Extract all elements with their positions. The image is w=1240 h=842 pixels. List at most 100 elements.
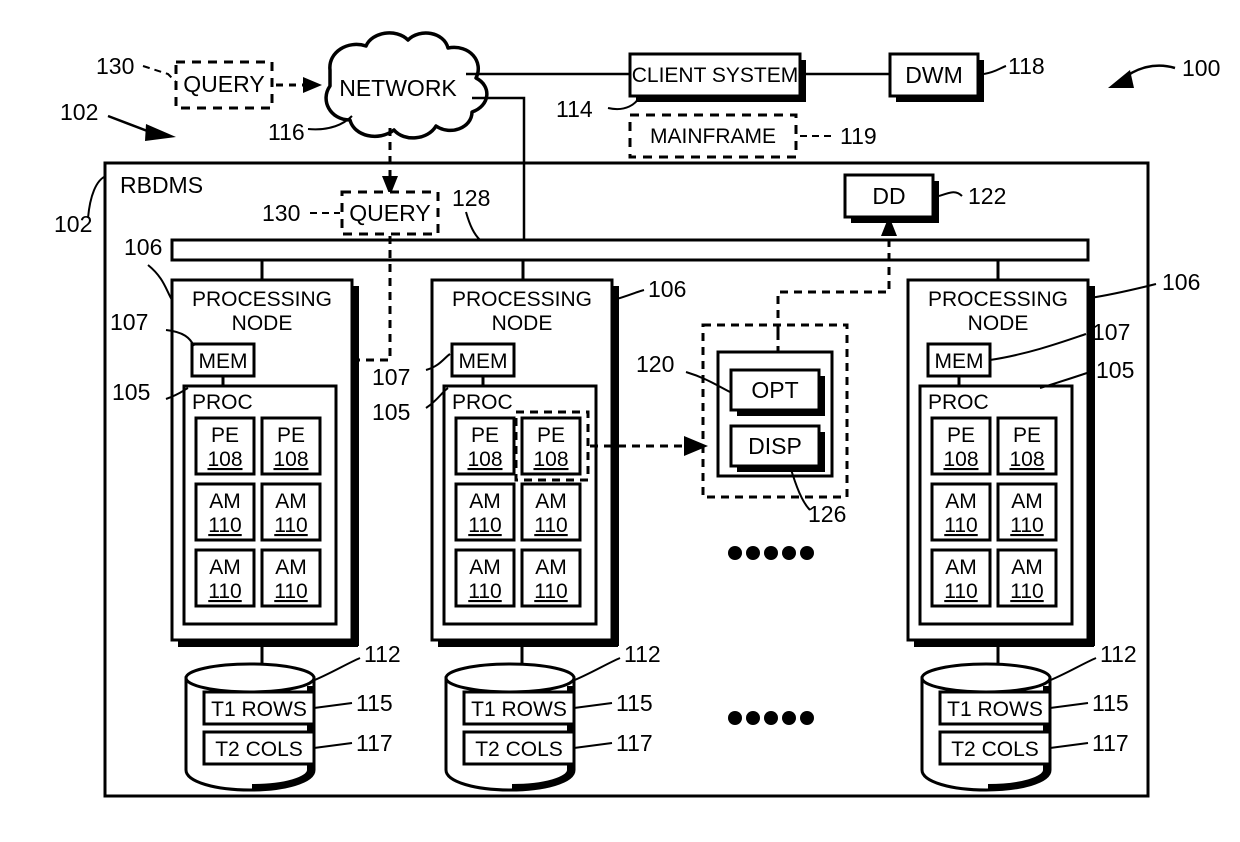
node-3-cell-am-a-name: AM xyxy=(945,490,977,513)
node-3-store-cylinder xyxy=(920,662,1052,792)
ref-130-outside-leader xyxy=(142,65,177,83)
ellipsis-stores xyxy=(728,711,814,725)
ref-106-left-leader xyxy=(147,264,173,301)
node-1-store-rows-label: T1 ROWS xyxy=(211,698,307,721)
ref-117-3: 117 xyxy=(1092,730,1129,756)
node-3-cell-am-b-name: AM xyxy=(1011,490,1043,513)
node-2-cell-am-a-num: 110 xyxy=(468,514,501,537)
ref-117-3-leader xyxy=(1049,742,1089,749)
node-2-title-line1: PROCESSING xyxy=(452,288,592,311)
ref-117-1-leader xyxy=(313,742,353,749)
node-2-proc-label: PROC xyxy=(452,391,513,414)
query-outside-label: QUERY xyxy=(183,71,264,97)
ref-128: 128 xyxy=(452,185,490,211)
node-2-cell-pe-a-name: PE xyxy=(471,424,499,447)
ref-115-3-leader xyxy=(1049,702,1089,709)
node-2-cell-pe-a-num: 108 xyxy=(467,448,502,471)
ref-107-mid: 107 xyxy=(372,364,410,390)
client-system-label: CLIENT SYSTEM xyxy=(632,64,798,87)
ref-114-leader xyxy=(607,95,641,110)
node-3-proc-label: PROC xyxy=(928,391,989,414)
ref-100-arrow xyxy=(1108,64,1176,88)
node-3-store-cols-label: T2 COLS xyxy=(951,738,1039,761)
ref-122-leader xyxy=(938,191,963,197)
mainframe-label: MAINFRAME xyxy=(650,125,776,148)
ref-112-3-leader xyxy=(1045,657,1097,683)
node-2-title-line2: NODE xyxy=(492,312,553,335)
node-1-cell-am-a-num: 110 xyxy=(208,514,241,537)
node-3-cell-am-c-name: AM xyxy=(945,556,977,579)
node-1-store-cylinder xyxy=(184,662,316,792)
figure-canvas: 130 QUERY 102 NETWORK 116 CLIENT SYSTEM … xyxy=(0,0,1240,842)
node-2-cell-am-b-num: 110 xyxy=(534,514,567,537)
ref-102-outside: 102 xyxy=(60,99,98,125)
ref-112-2-leader xyxy=(569,657,621,683)
node-2-cell-am-c-num: 110 xyxy=(468,580,501,603)
ref-130-outside: 130 xyxy=(96,53,134,79)
ref-116: 116 xyxy=(268,119,305,145)
node-1-proc-label: PROC xyxy=(192,391,253,414)
node-1-cell-am-d-num: 110 xyxy=(274,580,307,603)
node-1-cell-pe-b-num: 108 xyxy=(273,448,308,471)
ref-107-right: 107 xyxy=(1092,319,1130,345)
ref-115-3: 115 xyxy=(1092,690,1129,716)
ref-117-2: 117 xyxy=(616,730,653,756)
node-3-store-rows-label: T1 ROWS xyxy=(947,698,1043,721)
ref-105-left: 105 xyxy=(112,379,150,405)
node-1-cell-am-b-num: 110 xyxy=(274,514,307,537)
node-3-cell-pe-b-name: PE xyxy=(1013,424,1041,447)
node-3-cell-pe-b-num: 108 xyxy=(1009,448,1044,471)
ref-102-outside-arrow xyxy=(107,114,176,141)
disp-label: DISP xyxy=(748,433,802,459)
node-2-mem-label: MEM xyxy=(459,350,508,373)
ref-120: 120 xyxy=(636,351,674,377)
ellipsis-nodes xyxy=(728,546,814,560)
node-2-cell-am-c-name: AM xyxy=(469,556,501,579)
rbdms-label: RBDMS xyxy=(120,172,203,198)
node-1-cell-am-d-name: AM xyxy=(275,556,307,579)
query-to-network-arrow xyxy=(276,77,322,93)
ref-130-inside: 130 xyxy=(262,200,300,226)
node-2-store-cols-label: T2 COLS xyxy=(475,738,563,761)
node-2-cell-am-d-name: AM xyxy=(535,556,567,579)
ref-122: 122 xyxy=(968,183,1006,209)
ref-115-1-leader xyxy=(313,702,353,709)
node-3-title-line2: NODE xyxy=(968,312,1029,335)
node-2-store-rows-label: T1 ROWS xyxy=(471,698,567,721)
ref-117-1: 117 xyxy=(356,730,393,756)
ref-117-2-leader xyxy=(573,742,613,749)
node-3-cell-am-d-name: AM xyxy=(1011,556,1043,579)
node-3-cell-am-b-num: 110 xyxy=(1010,514,1043,537)
network-label: NETWORK xyxy=(339,75,457,101)
ref-115-1: 115 xyxy=(356,690,393,716)
node-1-cell-pe-a-name: PE xyxy=(211,424,239,447)
ref-112-3: 112 xyxy=(1100,641,1137,667)
ref-106-left: 106 xyxy=(124,234,162,260)
node-3-cell-pe-a-num: 108 xyxy=(943,448,978,471)
system-bus xyxy=(170,238,1090,262)
opt-label: OPT xyxy=(751,377,798,403)
network-bus-link xyxy=(472,96,526,243)
ref-115-2-leader xyxy=(573,702,613,709)
node-3-mem-label: MEM xyxy=(935,350,984,373)
node-2-cell-pe-b-num: 108 xyxy=(533,448,568,471)
ref-128-leader xyxy=(465,211,481,241)
ref-126: 126 xyxy=(808,501,846,527)
ref-106-right-leader xyxy=(1089,283,1157,299)
dd-label: DD xyxy=(872,183,905,209)
ref-115-2: 115 xyxy=(616,690,653,716)
node-3-cell-am-d-num: 110 xyxy=(1010,580,1043,603)
node-1-cell-pe-a-num: 108 xyxy=(207,448,242,471)
node-3-cell-am-a-num: 110 xyxy=(944,514,977,537)
ref-112-1: 112 xyxy=(364,641,401,667)
ref-105-right: 105 xyxy=(1096,357,1134,383)
node-2-cell-pe-b-name: PE xyxy=(537,424,565,447)
ref-102-inside: 102 xyxy=(54,211,92,237)
node-3-cell-pe-a-name: PE xyxy=(947,424,975,447)
ref-118-leader xyxy=(983,65,1007,75)
node-1-cell-am-a-name: AM xyxy=(209,490,241,513)
node-2-cell-am-d-num: 110 xyxy=(534,580,567,603)
node-2-store-cylinder xyxy=(444,662,576,792)
node-1-store-cols-label: T2 COLS xyxy=(215,738,303,761)
query-inside-label: QUERY xyxy=(349,200,430,226)
